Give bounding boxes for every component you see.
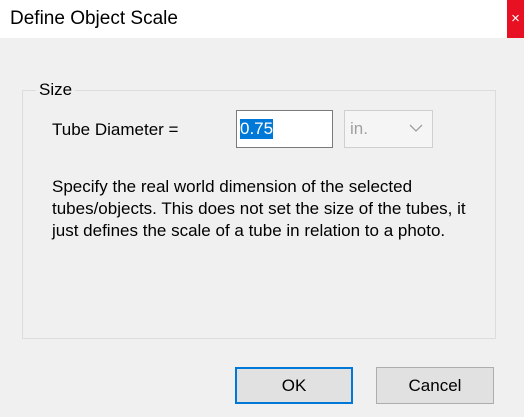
size-group-legend: Size: [36, 80, 76, 100]
unit-dropdown[interactable]: in.: [344, 110, 433, 148]
ok-button[interactable]: OK: [235, 367, 353, 404]
close-button[interactable]: ×: [507, 0, 524, 38]
chevron-down-icon: [409, 124, 423, 132]
tube-diameter-label: Tube Diameter =: [52, 120, 179, 139]
scale-description-text: Specify the real world dimension of the …: [52, 177, 466, 240]
dialog-title: Define Object Scale: [10, 8, 178, 29]
cancel-button[interactable]: Cancel: [376, 367, 494, 404]
define-object-scale-dialog: Define Object Scale × Size Tube Diameter…: [0, 0, 524, 417]
unit-selected-value: in.: [350, 119, 368, 138]
close-icon: ×: [511, 10, 520, 27]
title-bar[interactable]: Define Object Scale ×: [0, 0, 524, 38]
tube-diameter-input[interactable]: [236, 110, 333, 148]
